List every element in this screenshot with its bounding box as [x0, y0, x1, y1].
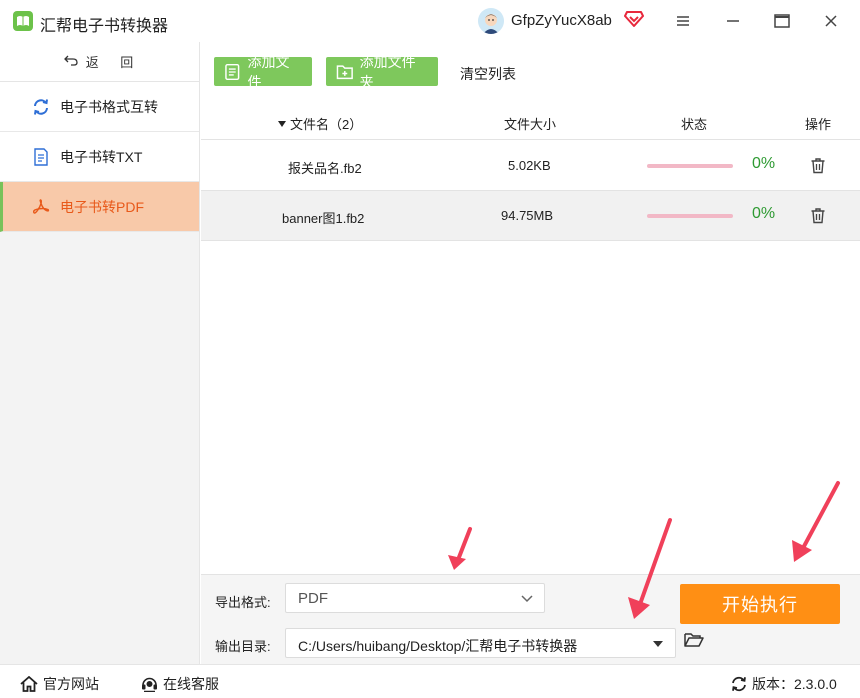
sort-down-icon [278, 120, 286, 127]
refresh-icon [32, 98, 50, 116]
version-info[interactable]: 版本：2.3.0.0 [731, 674, 837, 694]
title-bar: 汇帮电子书转换器 GfpZyYucX8ab [0, 0, 860, 42]
add-folder-label: 添加文件夹 [359, 53, 416, 90]
sidebar: 返 回 电子书格式互转 电子书转TXT 电子书转PDF [0, 42, 200, 664]
vip-diamond-icon[interactable] [624, 10, 644, 28]
maximize-icon[interactable] [770, 10, 794, 32]
add-file-icon [225, 63, 240, 80]
chevron-down-icon [520, 591, 534, 609]
headset-icon [142, 677, 157, 692]
sidebar-item-label: 电子书转PDF [60, 198, 144, 215]
clear-list-button[interactable]: 清空列表 [460, 64, 516, 84]
website-label: 官方网站 [43, 676, 99, 692]
progress-bar [647, 214, 733, 218]
delete-icon[interactable] [810, 157, 826, 177]
dropdown-caret-icon [653, 641, 663, 647]
file-name: 报关品名.fb2 [288, 161, 362, 176]
table-header: 文件名（2） 文件大小 状态 操作 [201, 102, 860, 140]
avatar[interactable] [478, 8, 504, 34]
file-name: banner图1.fb2 [282, 211, 365, 226]
minimize-icon[interactable] [721, 10, 745, 32]
sidebar-item-label: 电子书转TXT [60, 148, 143, 165]
menu-icon[interactable] [671, 10, 695, 32]
format-value: PDF [298, 590, 328, 607]
update-icon [732, 676, 746, 692]
toolbar: 添加文件 添加文件夹 清空列表 [201, 42, 860, 102]
back-label: 返 回 [85, 55, 136, 70]
sidebar-item-to-pdf[interactable]: 电子书转PDF [0, 182, 199, 232]
username[interactable]: GfpZyYucX8ab [511, 12, 612, 29]
add-folder-button[interactable]: 添加文件夹 [326, 54, 438, 90]
app-title: 汇帮电子书转换器 [40, 18, 169, 35]
add-file-label: 添加文件 [247, 53, 290, 90]
progress-percent: 0% [752, 205, 776, 222]
add-file-button[interactable]: 添加文件 [214, 54, 312, 90]
app-logo-icon [13, 11, 33, 31]
file-size: 5.02KB [508, 158, 551, 173]
folder-open-icon[interactable] [684, 632, 704, 651]
close-icon[interactable] [819, 10, 843, 32]
col-name-label: 文件名（2） [290, 117, 363, 132]
back-button[interactable]: 返 回 [0, 42, 199, 82]
start-button[interactable]: 开始执行 [680, 584, 840, 624]
main-panel: 添加文件 添加文件夹 清空列表 文件名（2） 文件大小 状态 操作 报关品名.f… [201, 42, 860, 574]
format-label: 导出格式: [215, 595, 271, 610]
delete-icon[interactable] [810, 207, 826, 227]
sidebar-item-label: 电子书格式互转 [60, 98, 158, 115]
file-size: 94.75MB [501, 208, 554, 223]
output-dir-value: C:/Users/huibang/Desktop/汇帮电子书转换器 [298, 638, 578, 654]
output-dir-label: 输出目录: [215, 639, 271, 654]
col-size-header: 文件大小 [504, 117, 557, 132]
add-folder-icon [336, 64, 353, 79]
status-bar: 官方网站 在线客服 版本：2.3.0.0 [0, 664, 860, 698]
version-label: 版本：2.3.0.0 [752, 676, 837, 692]
table-row[interactable]: banner图1.fb2 94.75MB 0% [201, 191, 860, 241]
home-icon [20, 676, 38, 692]
progress-bar [647, 164, 733, 168]
sidebar-item-to-txt[interactable]: 电子书转TXT [0, 132, 199, 182]
output-settings: 导出格式: PDF 输出目录: C:/Users/huibang/Desktop… [201, 574, 860, 664]
support-label: 在线客服 [163, 676, 219, 692]
sidebar-item-format-convert[interactable]: 电子书格式互转 [0, 82, 199, 132]
document-icon [32, 147, 50, 166]
back-arrow-icon [63, 54, 78, 69]
pdf-icon [32, 198, 50, 216]
col-status-header: 状态 [681, 117, 708, 132]
col-action-header: 操作 [805, 117, 832, 132]
website-link[interactable]: 官方网站 [20, 674, 99, 694]
col-name-header[interactable]: 文件名（2） [278, 114, 362, 133]
format-select[interactable]: PDF [285, 583, 545, 613]
progress-percent: 0% [752, 155, 776, 172]
table-row[interactable]: 报关品名.fb2 5.02KB 0% [201, 141, 860, 191]
output-dir-select[interactable]: C:/Users/huibang/Desktop/汇帮电子书转换器 [285, 628, 676, 658]
support-link[interactable]: 在线客服 [141, 674, 219, 694]
